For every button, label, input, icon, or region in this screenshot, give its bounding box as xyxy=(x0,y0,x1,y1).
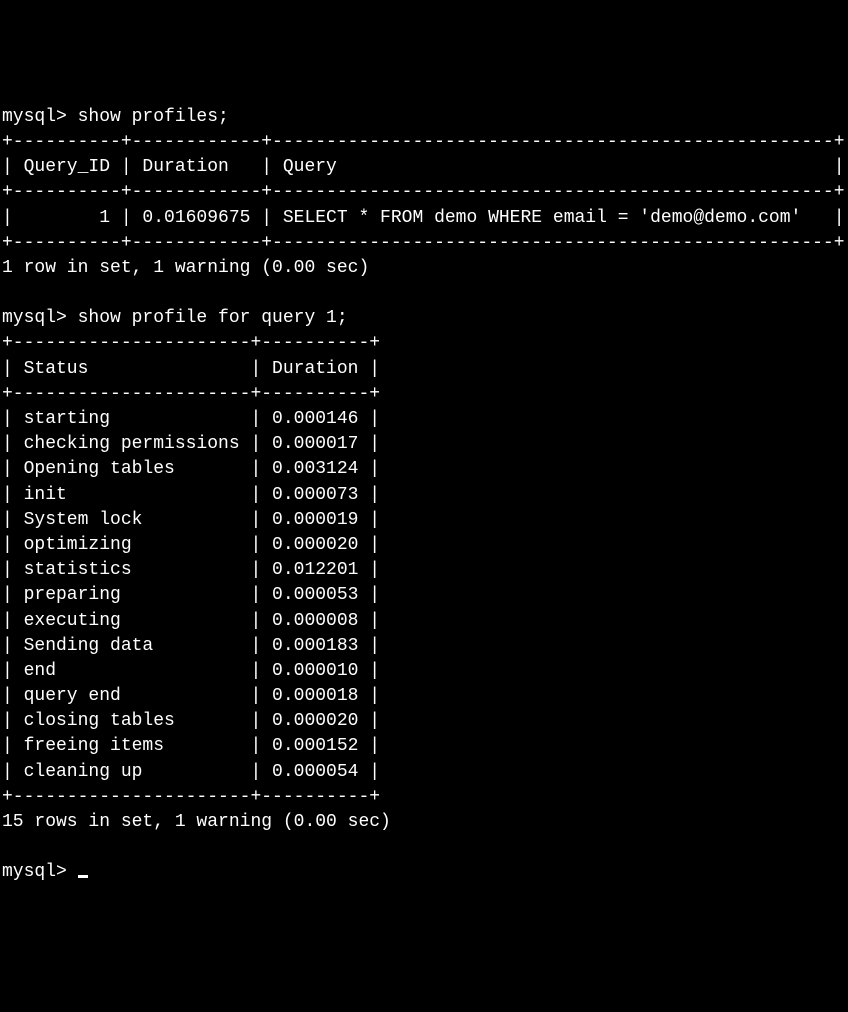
cursor-icon xyxy=(78,875,88,878)
table-row: | query end | 0.000018 | xyxy=(2,686,380,706)
table-header: | Query_ID | Duration | Query | xyxy=(2,157,845,177)
result-summary: 15 rows in set, 1 warning (0.00 sec) xyxy=(2,812,391,832)
table-row: | starting | 0.000146 | xyxy=(2,409,380,429)
table-row: | preparing | 0.000053 | xyxy=(2,585,380,605)
table-row: | closing tables | 0.000020 | xyxy=(2,711,380,731)
table-border: +----------------------+----------+ xyxy=(2,787,380,807)
table-header: | Status | Duration | xyxy=(2,359,380,379)
mysql-prompt-line: mysql> show profiles; xyxy=(2,107,229,127)
table-border: +----------+------------+---------------… xyxy=(2,182,845,202)
table-border: +----------------------+----------+ xyxy=(2,333,380,353)
table-row: | Opening tables | 0.003124 | xyxy=(2,459,380,479)
table-border: +----------------------+----------+ xyxy=(2,384,380,404)
table-border: +----------+------------+---------------… xyxy=(2,132,845,152)
table-row: | init | 0.000073 | xyxy=(2,485,380,505)
table-row: | freeing items | 0.000152 | xyxy=(2,736,380,756)
table-row: | statistics | 0.012201 | xyxy=(2,560,380,580)
terminal-output: mysql> show profiles; +----------+------… xyxy=(2,105,846,886)
table-row: | executing | 0.000008 | xyxy=(2,611,380,631)
table-border: +----------+------------+---------------… xyxy=(2,233,845,253)
mysql-prompt[interactable]: mysql> xyxy=(2,862,78,882)
result-summary: 1 row in set, 1 warning (0.00 sec) xyxy=(2,258,369,278)
table-row: | checking permissions | 0.000017 | xyxy=(2,434,380,454)
mysql-prompt-line: mysql> show profile for query 1; xyxy=(2,308,348,328)
table-row: | System lock | 0.000019 | xyxy=(2,510,380,530)
table-row: | 1 | 0.01609675 | SELECT * FROM demo WH… xyxy=(2,208,845,228)
table-row: | end | 0.000010 | xyxy=(2,661,380,681)
table-row: | Sending data | 0.000183 | xyxy=(2,636,380,656)
table-row: | optimizing | 0.000020 | xyxy=(2,535,380,555)
